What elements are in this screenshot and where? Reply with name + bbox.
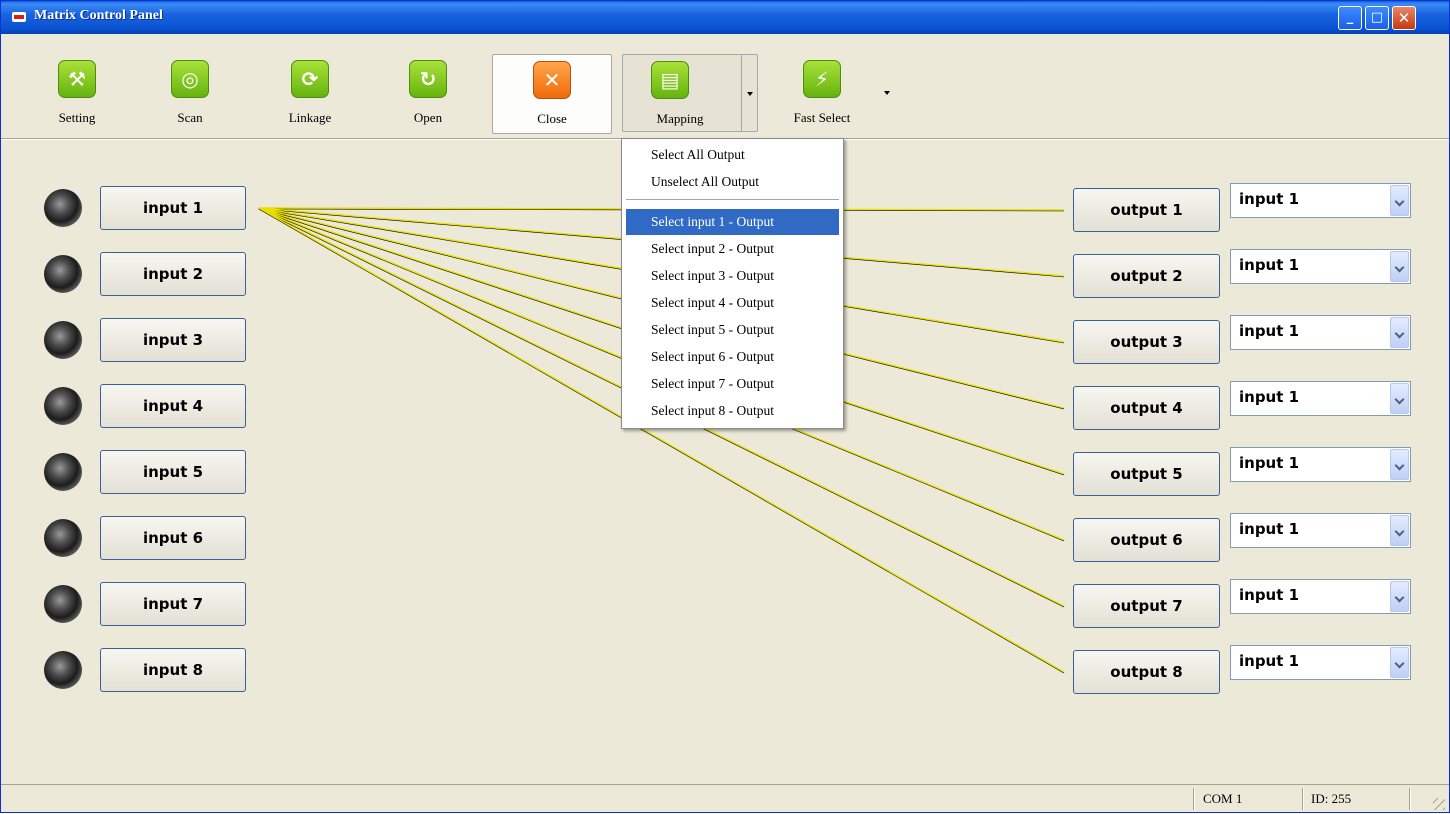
select-value: input 1 bbox=[1239, 256, 1300, 274]
select-value: input 1 bbox=[1239, 190, 1300, 208]
menu-item[interactable]: Select input 8 - Output bbox=[626, 398, 839, 424]
resize-grip[interactable] bbox=[1433, 798, 1445, 810]
status-divider bbox=[1193, 788, 1195, 810]
input-1-button[interactable]: input 1 bbox=[100, 186, 246, 230]
menu-item[interactable]: Select input 3 - Output bbox=[626, 263, 839, 289]
chevron-down-icon[interactable] bbox=[1390, 581, 1409, 612]
input-4-button[interactable]: input 4 bbox=[100, 384, 246, 428]
output-8-button[interactable]: output 8 bbox=[1073, 650, 1220, 694]
input-8-button[interactable]: input 8 bbox=[100, 648, 246, 692]
com-port-status: COM 1 bbox=[1203, 791, 1243, 806]
output-7-button[interactable]: output 7 bbox=[1073, 584, 1220, 628]
output-3-button[interactable]: output 3 bbox=[1073, 320, 1220, 364]
chevron-down-icon[interactable] bbox=[1390, 185, 1409, 216]
input-2-indicator-icon bbox=[44, 255, 82, 293]
menu-item[interactable]: Select input 5 - Output bbox=[626, 317, 839, 343]
output-1-button[interactable]: output 1 bbox=[1073, 188, 1220, 232]
chevron-down-icon[interactable] bbox=[1390, 251, 1409, 282]
input-8-indicator-icon bbox=[44, 651, 82, 689]
menu-item[interactable]: Unselect All Output bbox=[626, 169, 839, 195]
menu-item[interactable]: Select input 1 - Output bbox=[626, 209, 839, 235]
status-bar: COM 1 ID: 255 bbox=[1, 784, 1449, 813]
input-6-indicator-icon bbox=[44, 519, 82, 557]
menu-item[interactable]: Select input 7 - Output bbox=[626, 371, 839, 397]
menu-separator bbox=[626, 199, 839, 200]
output-5-source-select[interactable]: input 1 bbox=[1230, 447, 1411, 482]
status-divider bbox=[1302, 788, 1304, 810]
input-5-indicator-icon bbox=[44, 453, 82, 491]
input-5-button[interactable]: input 5 bbox=[100, 450, 246, 494]
output-2-button[interactable]: output 2 bbox=[1073, 254, 1220, 298]
mapping-menu: Select All Output Unselect All Output Sele… bbox=[621, 138, 844, 429]
matrix-control-panel-window: Matrix Control Panel _ □ ✕ ⚒ Setting ◎ S… bbox=[0, 0, 1450, 813]
output-6-button[interactable]: output 6 bbox=[1073, 518, 1220, 562]
menu-item[interactable]: Select All Output bbox=[626, 142, 839, 168]
output-1-source-select[interactable]: input 1 bbox=[1230, 183, 1411, 218]
menu-item[interactable]: Select input 2 - Output bbox=[626, 236, 839, 262]
input-7-button[interactable]: input 7 bbox=[100, 582, 246, 626]
chevron-down-icon[interactable] bbox=[1390, 515, 1409, 546]
output-4-source-select[interactable]: input 1 bbox=[1230, 381, 1411, 416]
device-id-status: ID: 255 bbox=[1311, 791, 1352, 806]
menu-item[interactable]: Select input 4 - Output bbox=[626, 290, 839, 316]
menu-item[interactable]: Select input 6 - Output bbox=[626, 344, 839, 370]
input-1-indicator-icon bbox=[44, 189, 82, 227]
select-value: input 1 bbox=[1239, 322, 1300, 340]
select-value: input 1 bbox=[1239, 586, 1300, 604]
select-value: input 1 bbox=[1239, 520, 1300, 538]
input-2-button[interactable]: input 2 bbox=[100, 252, 246, 296]
chevron-down-icon[interactable] bbox=[1390, 383, 1409, 414]
chevron-down-icon[interactable] bbox=[1390, 449, 1409, 480]
input-4-indicator-icon bbox=[44, 387, 82, 425]
chevron-down-icon[interactable] bbox=[1390, 317, 1409, 348]
output-8-source-select[interactable]: input 1 bbox=[1230, 645, 1411, 680]
input-3-button[interactable]: input 3 bbox=[100, 318, 246, 362]
select-value: input 1 bbox=[1239, 652, 1300, 670]
output-6-source-select[interactable]: input 1 bbox=[1230, 513, 1411, 548]
status-divider bbox=[1409, 788, 1411, 810]
input-6-button[interactable]: input 6 bbox=[100, 516, 246, 560]
chevron-down-icon[interactable] bbox=[1390, 647, 1409, 678]
output-4-button[interactable]: output 4 bbox=[1073, 386, 1220, 430]
output-7-source-select[interactable]: input 1 bbox=[1230, 579, 1411, 614]
select-value: input 1 bbox=[1239, 388, 1300, 406]
select-value: input 1 bbox=[1239, 454, 1300, 472]
output-3-source-select[interactable]: input 1 bbox=[1230, 315, 1411, 350]
input-3-indicator-icon bbox=[44, 321, 82, 359]
output-5-button[interactable]: output 5 bbox=[1073, 452, 1220, 496]
input-7-indicator-icon bbox=[44, 585, 82, 623]
output-2-source-select[interactable]: input 1 bbox=[1230, 249, 1411, 284]
